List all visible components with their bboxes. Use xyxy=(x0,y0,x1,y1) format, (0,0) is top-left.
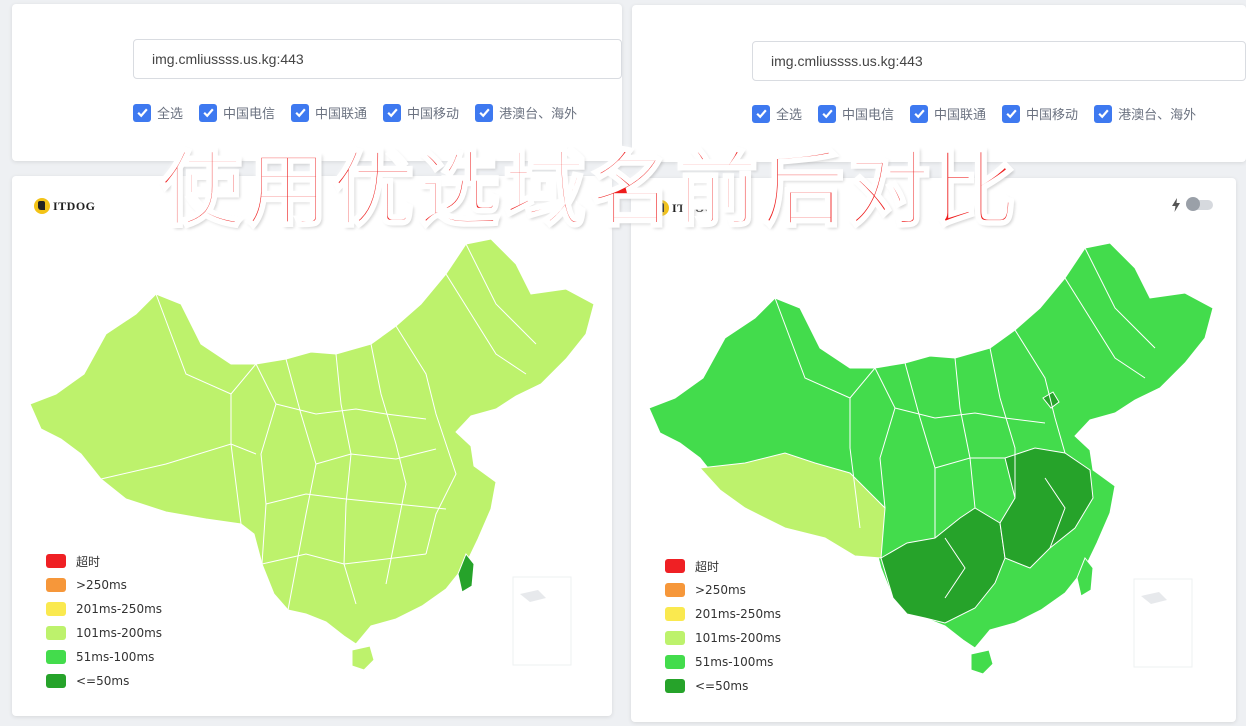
legend-item-over-250: >250ms xyxy=(665,578,781,602)
left-checkbox-overseas[interactable]: 港澳台、海外 xyxy=(475,103,577,122)
checkbox-checked-icon xyxy=(1094,104,1113,123)
legend-item-under-50: <=50ms xyxy=(46,669,162,693)
right-checkbox-all[interactable]: 全选 xyxy=(752,104,802,123)
checkbox-checked-icon xyxy=(752,104,770,123)
checkbox-label: 中国移动 xyxy=(407,107,460,122)
right-latency-legend: 超时 >250ms 201ms-250ms 101ms-200ms 51ms-1… xyxy=(665,554,781,698)
comparison-headline: 使用优选域名前后对比 xyxy=(159,142,1021,240)
lightning-icon xyxy=(1172,198,1180,212)
right-isp-checkboxes: 全选 中国电信 中国联通 中国移动 港澳台、海外 xyxy=(752,104,1196,123)
right-checkbox-telecom[interactable]: 中国电信 xyxy=(818,104,894,123)
left-south-sea-inset xyxy=(512,576,572,666)
legend-item-under-50: <=50ms xyxy=(665,674,781,698)
left-checkbox-telecom[interactable]: 中国电信 xyxy=(199,103,275,122)
checkbox-checked-icon xyxy=(818,104,837,123)
legend-item-51-100: 51ms-100ms xyxy=(665,650,781,674)
legend-item-201-250: 201ms-250ms xyxy=(46,597,162,621)
legend-item-timeout: 超时 xyxy=(46,549,162,573)
right-speed-toggle[interactable] xyxy=(1171,197,1213,212)
left-checkbox-unicom[interactable]: 中国联通 xyxy=(291,103,367,122)
right-map-hainan xyxy=(970,649,994,675)
checkbox-label: 中国电信 xyxy=(842,108,895,123)
checkbox-label: 全选 xyxy=(157,107,184,122)
legend-item-timeout: 超时 xyxy=(665,554,781,578)
legend-item-over-250: >250ms xyxy=(46,573,162,597)
right-checkbox-mobile[interactable]: 中国移动 xyxy=(1002,104,1078,123)
checkbox-label: 全选 xyxy=(776,108,803,123)
checkbox-checked-icon xyxy=(291,103,310,122)
left-domain-input[interactable]: img.cmliussss.us.kg:443 xyxy=(133,39,622,79)
legend-item-101-200: 101ms-200ms xyxy=(46,621,162,645)
checkbox-label: 港澳台、海外 xyxy=(499,107,578,122)
right-checkbox-unicom[interactable]: 中国联通 xyxy=(910,104,986,123)
left-map-card: ITDOG 超时 >250ms 201ms-250ms 101ms-200ms … xyxy=(12,176,612,716)
left-checkbox-mobile[interactable]: 中国移动 xyxy=(383,103,459,122)
right-domain-input[interactable]: img.cmliussss.us.kg:443 xyxy=(752,41,1246,81)
left-map-hainan xyxy=(351,645,375,671)
checkbox-label: 中国移动 xyxy=(1026,108,1079,123)
left-isp-checkboxes: 全选 中国电信 中国联通 中国移动 港澳台、海外 xyxy=(133,103,577,122)
dog-logo-icon xyxy=(34,198,50,214)
legend-item-201-250: 201ms-250ms xyxy=(665,602,781,626)
checkbox-checked-icon xyxy=(199,103,218,122)
checkbox-checked-icon xyxy=(133,103,151,122)
left-itdog-logo: ITDOG xyxy=(34,198,96,214)
checkbox-checked-icon xyxy=(475,103,494,122)
right-checkbox-overseas[interactable]: 港澳台、海外 xyxy=(1094,104,1196,123)
checkbox-label: 中国联通 xyxy=(934,108,987,123)
right-south-sea-inset xyxy=(1133,578,1193,668)
legend-item-101-200: 101ms-200ms xyxy=(665,626,781,650)
checkbox-checked-icon xyxy=(910,104,929,123)
right-map-card: ITDOG 超时 >250ms 201ms-250ms 101ms-200ms … xyxy=(631,178,1236,722)
legend-item-51-100: 51ms-100ms xyxy=(46,645,162,669)
checkbox-label: 中国电信 xyxy=(223,107,276,122)
checkbox-checked-icon xyxy=(1002,104,1021,123)
checkbox-label: 港澳台、海外 xyxy=(1118,108,1197,123)
left-latency-legend: 超时 >250ms 201ms-250ms 101ms-200ms 51ms-1… xyxy=(46,549,162,693)
checkbox-label: 中国联通 xyxy=(315,107,368,122)
toggle-switch[interactable] xyxy=(1186,197,1213,211)
left-checkbox-all[interactable]: 全选 xyxy=(133,103,183,122)
checkbox-checked-icon xyxy=(383,103,402,122)
